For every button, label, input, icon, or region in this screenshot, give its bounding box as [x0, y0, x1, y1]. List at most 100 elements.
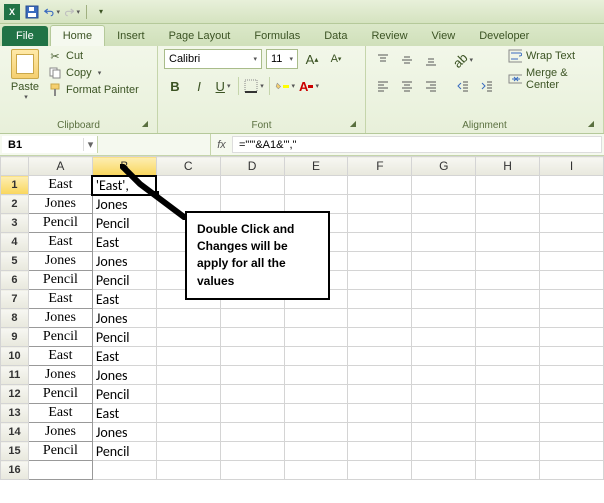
increase-indent-button[interactable]	[476, 75, 498, 97]
cell[interactable]	[540, 290, 604, 309]
alignment-dialog-launcher[interactable]: ◢	[585, 119, 597, 131]
grid[interactable]: A B C D E F G H I 1East'East',2JonesJone…	[0, 156, 604, 480]
cell[interactable]	[220, 366, 284, 385]
cell[interactable]	[476, 252, 540, 271]
row-header[interactable]: 8	[1, 309, 29, 328]
cell[interactable]	[348, 290, 412, 309]
cell[interactable]	[220, 176, 284, 195]
row-header[interactable]: 11	[1, 366, 29, 385]
cell[interactable]: Jones	[28, 195, 92, 214]
cell[interactable]	[348, 252, 412, 271]
cell[interactable]	[348, 328, 412, 347]
cell[interactable]	[476, 233, 540, 252]
tab-view[interactable]: View	[420, 26, 468, 46]
cell[interactable]	[284, 385, 348, 404]
align-right-button[interactable]	[420, 75, 442, 97]
row-header[interactable]: 15	[1, 442, 29, 461]
cell[interactable]	[156, 404, 220, 423]
cell[interactable]: Pencil	[28, 271, 92, 290]
cell[interactable]	[412, 404, 476, 423]
cell[interactable]	[220, 461, 284, 480]
select-all-corner[interactable]	[1, 157, 29, 176]
cell[interactable]	[348, 214, 412, 233]
cell[interactable]	[476, 442, 540, 461]
cell[interactable]: Jones	[92, 195, 156, 214]
align-top-button[interactable]	[372, 49, 394, 71]
redo-button[interactable]: ▾	[64, 4, 80, 20]
cell[interactable]	[540, 385, 604, 404]
row-header[interactable]: 13	[1, 404, 29, 423]
cell[interactable]	[412, 176, 476, 195]
cell[interactable]: Pencil	[92, 214, 156, 233]
cell[interactable]	[476, 195, 540, 214]
cell[interactable]	[540, 214, 604, 233]
cell[interactable]: Pencil	[28, 214, 92, 233]
cell[interactable]	[156, 442, 220, 461]
cell[interactable]	[540, 195, 604, 214]
cell[interactable]	[348, 347, 412, 366]
cell[interactable]	[540, 442, 604, 461]
cell[interactable]	[284, 309, 348, 328]
cell[interactable]	[348, 176, 412, 195]
tab-data[interactable]: Data	[312, 26, 359, 46]
cell[interactable]	[156, 347, 220, 366]
cell[interactable]	[348, 442, 412, 461]
cell[interactable]	[156, 385, 220, 404]
cell[interactable]	[28, 461, 92, 480]
clipboard-dialog-launcher[interactable]: ◢	[139, 119, 151, 131]
cell[interactable]	[476, 385, 540, 404]
row-header[interactable]: 2	[1, 195, 29, 214]
cell[interactable]	[476, 461, 540, 480]
col-header-e[interactable]: E	[284, 157, 348, 176]
cell[interactable]: East	[28, 233, 92, 252]
tab-page-layout[interactable]: Page Layout	[157, 26, 243, 46]
cell[interactable]	[412, 328, 476, 347]
decrease-indent-button[interactable]	[452, 75, 474, 97]
cell[interactable]	[348, 195, 412, 214]
cell[interactable]	[540, 366, 604, 385]
cell[interactable]: East	[92, 233, 156, 252]
col-header-d[interactable]: D	[220, 157, 284, 176]
cell[interactable]	[412, 309, 476, 328]
orientation-button[interactable]: ab▾	[452, 49, 474, 71]
row-header[interactable]: 12	[1, 385, 29, 404]
cell[interactable]	[220, 328, 284, 347]
cell[interactable]	[348, 233, 412, 252]
cell[interactable]	[476, 309, 540, 328]
cell[interactable]	[412, 252, 476, 271]
cell[interactable]	[284, 404, 348, 423]
cell[interactable]	[284, 328, 348, 347]
cell[interactable]	[412, 233, 476, 252]
cell[interactable]	[476, 366, 540, 385]
cell[interactable]	[412, 461, 476, 480]
cell[interactable]	[476, 290, 540, 309]
cell[interactable]	[540, 404, 604, 423]
cell[interactable]: Pencil	[28, 328, 92, 347]
cell[interactable]	[284, 423, 348, 442]
copy-button[interactable]: Copy▾	[48, 66, 139, 80]
cell[interactable]	[476, 214, 540, 233]
font-color-button[interactable]: A▾	[298, 75, 320, 97]
cell[interactable]	[348, 309, 412, 328]
cell[interactable]: Jones	[92, 366, 156, 385]
cell[interactable]	[476, 347, 540, 366]
cell[interactable]: Jones	[28, 309, 92, 328]
cell[interactable]: Jones	[92, 309, 156, 328]
cell[interactable]	[284, 347, 348, 366]
cell[interactable]	[156, 309, 220, 328]
cell[interactable]	[220, 404, 284, 423]
tab-review[interactable]: Review	[359, 26, 419, 46]
border-button[interactable]: ▾	[243, 75, 265, 97]
font-size-select[interactable]: 11▾	[266, 49, 298, 69]
cell[interactable]	[412, 442, 476, 461]
tab-home[interactable]: Home	[50, 25, 105, 46]
align-left-button[interactable]	[372, 75, 394, 97]
active-cell[interactable]: 'East',	[92, 176, 156, 195]
qat-customize-button[interactable]: ▾	[93, 4, 109, 20]
col-header-h[interactable]: H	[476, 157, 540, 176]
row-header[interactable]: 6	[1, 271, 29, 290]
cell[interactable]: Pencil	[28, 442, 92, 461]
cell[interactable]	[412, 290, 476, 309]
cell[interactable]	[540, 252, 604, 271]
row-header[interactable]: 9	[1, 328, 29, 347]
